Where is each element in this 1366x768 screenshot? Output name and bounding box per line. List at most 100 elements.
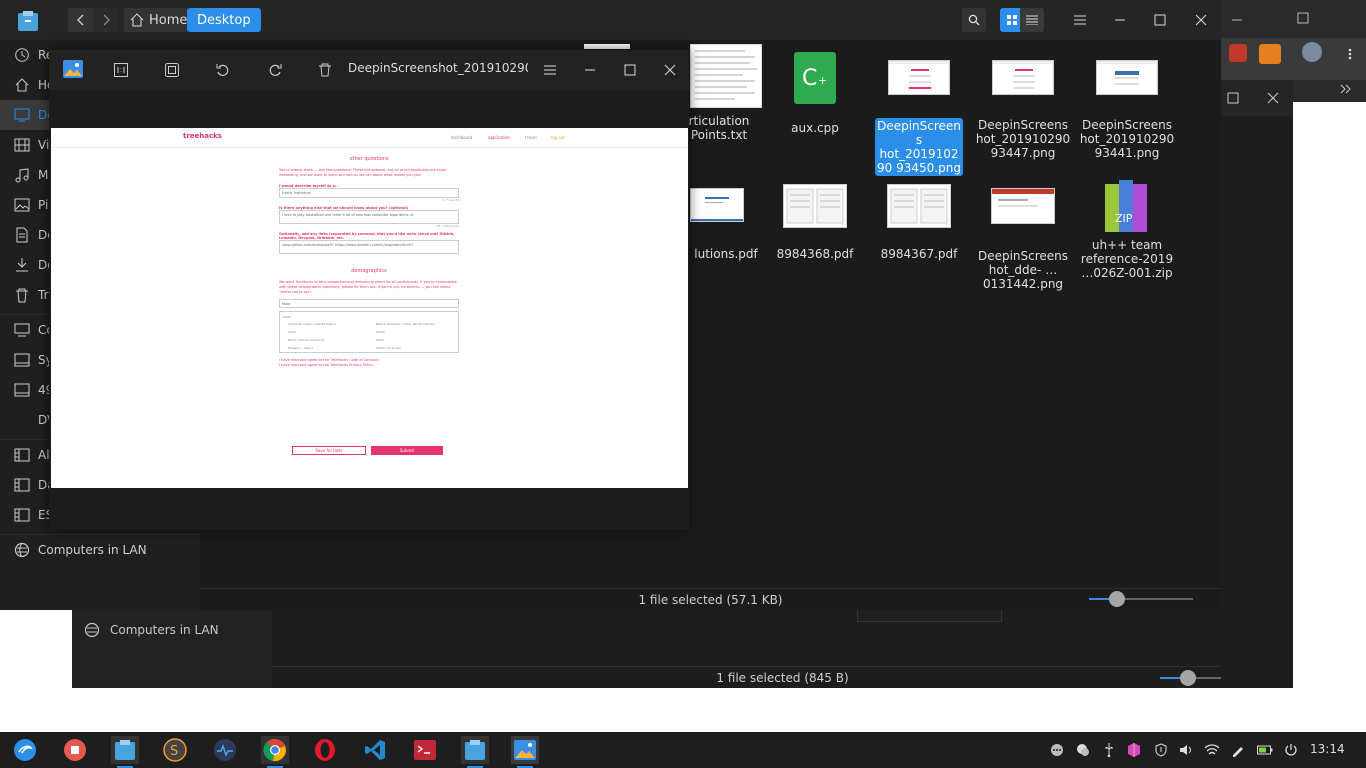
viewer-close-button[interactable] [658,59,682,81]
power-icon[interactable] [1283,742,1299,758]
file-item-selected[interactable]: DeepinScreens hot_201910290 93450.png [867,60,971,176]
taskbar-app[interactable] [211,736,239,764]
file-item[interactable]: DeepinScreens hot_dde- …0131442.png [971,188,1075,291]
image-canvas: treehacks dashboard application travel l… [51,90,688,530]
search-button[interactable] [962,8,986,32]
race-label: RACE [283,315,291,319]
close-icon [664,64,676,76]
pen-icon[interactable] [1230,742,1246,758]
taskbar-app-file-manager[interactable] [111,736,139,768]
file-item[interactable]: 8984367.pdf [867,184,971,261]
taskbar-app[interactable] [411,736,439,764]
trash-icon [16,288,28,303]
taskbar-app-file-manager-2[interactable] [461,736,489,768]
taskbar-app[interactable] [311,736,339,764]
extension-icon[interactable] [1229,44,1247,62]
save-for-later-button: Save for later [292,446,366,455]
taskbar-app-image-viewer[interactable] [511,736,539,768]
document-icon [16,227,28,243]
delete-button[interactable] [313,59,337,81]
screenshot-thumbnail [888,60,950,95]
rotate-left-button[interactable] [211,59,235,81]
battery-icon[interactable] [1257,742,1273,758]
wifi-icon[interactable] [1204,742,1220,758]
sidebar-item-computers-in-lan[interactable]: Computers in LAN [0,535,200,565]
screenshot-thumbnail [1096,60,1158,95]
chrome-icon [263,738,286,762]
back-button[interactable] [68,8,93,32]
slider-knob[interactable] [1180,670,1196,686]
race-option: Black / African American [288,338,325,342]
viewer-maximize-button[interactable] [618,59,642,81]
maximize-icon[interactable] [1227,92,1239,104]
minimize-icon [1115,19,1125,21]
intro-text: You're almost there — last few questions… [279,168,447,177]
file-item[interactable]: ZIP uh++ team reference-2019 …026Z-001.z… [1075,180,1179,280]
maximize-icon [624,64,636,76]
list-view-icon [1026,15,1038,25]
background-computers-in-lan[interactable]: Computers in LAN [72,609,272,649]
rotate-right-button[interactable] [263,59,287,81]
file-item[interactable]: DeepinScreens hot_201910290 93447.png [971,60,1075,160]
avatar[interactable] [1302,42,1322,62]
trash-icon [319,63,331,77]
actual-size-button[interactable] [109,59,133,81]
grid-view-icon [1007,15,1017,25]
usb-icon[interactable] [1101,742,1117,758]
wechat-icon[interactable] [1075,742,1091,758]
clock[interactable]: 13:14 [1310,742,1345,756]
icon-size-slider[interactable] [1089,591,1193,607]
close-button[interactable] [1189,8,1213,32]
viewer-minimize-button[interactable] [578,59,602,81]
image-viewer-app-icon [61,58,85,80]
minimize-icon[interactable] [1231,14,1243,26]
recent-icon [15,48,29,62]
breadcrumb-home[interactable]: Home [124,8,194,32]
bookmark-folder-icon [14,448,30,462]
menu-button[interactable] [1068,8,1092,32]
viewer-menu-button[interactable] [538,59,562,81]
partial-thumbnail [584,44,630,49]
file-item[interactable]: C + aux.cpp [763,52,867,135]
app-tray-icon[interactable] [1126,742,1142,758]
hamburger-menu-icon [1074,15,1086,25]
chat-bubble-icon[interactable] [1049,742,1065,758]
breadcrumb-desktop[interactable]: Desktop [187,8,261,32]
close-icon[interactable] [1267,92,1279,104]
application-form: other questions You're almost there — la… [279,150,459,368]
taskbar-app-chrome[interactable] [261,736,289,768]
cpp-file-icon: C + [794,52,836,104]
rotate-counterclockwise-icon [216,64,229,76]
answer-field: www.github.com/ananbose97 https://www.li… [279,240,459,254]
more-icon[interactable] [1346,48,1354,60]
list-view-button[interactable] [1020,8,1044,32]
bookmark-folder-icon [14,478,30,492]
file-item[interactable]: DeepinScreens hot_201910290 93441.png [1075,60,1179,160]
taskbar-app[interactable]: S [161,736,189,764]
actual-size-icon [114,63,128,77]
chevron-left-icon [76,14,83,26]
race-checkbox-group: RACE American Indian / Alaska Native Nat… [279,311,459,353]
taskbar-app[interactable] [61,736,89,764]
fit-window-button[interactable] [160,59,184,81]
slider-knob[interactable] [1109,591,1125,607]
maximize-button[interactable] [1148,8,1172,32]
home-icon [15,78,29,92]
minimize-button[interactable] [1108,8,1132,32]
sidebar-item-label: Computers in LAN [38,543,147,557]
maximize-icon[interactable] [1297,12,1309,24]
terminal-icon [414,740,436,760]
chevron-right-double-icon[interactable] [1340,84,1352,94]
volume-icon[interactable] [1178,742,1194,758]
minimize-icon [585,69,595,71]
race-option: Asian [288,330,297,334]
treehacks-logo: treehacks [183,132,222,140]
extension-off-icon[interactable] [1259,44,1281,64]
taskbar-app[interactable] [361,736,389,764]
text-file-thumbnail [690,44,762,108]
forward-button[interactable] [93,8,118,32]
file-item[interactable]: 8984368.pdf [763,184,867,261]
launcher-button[interactable] [11,736,39,764]
answer-field: Exotic individual [279,188,459,198]
shield-icon[interactable] [1153,742,1169,758]
